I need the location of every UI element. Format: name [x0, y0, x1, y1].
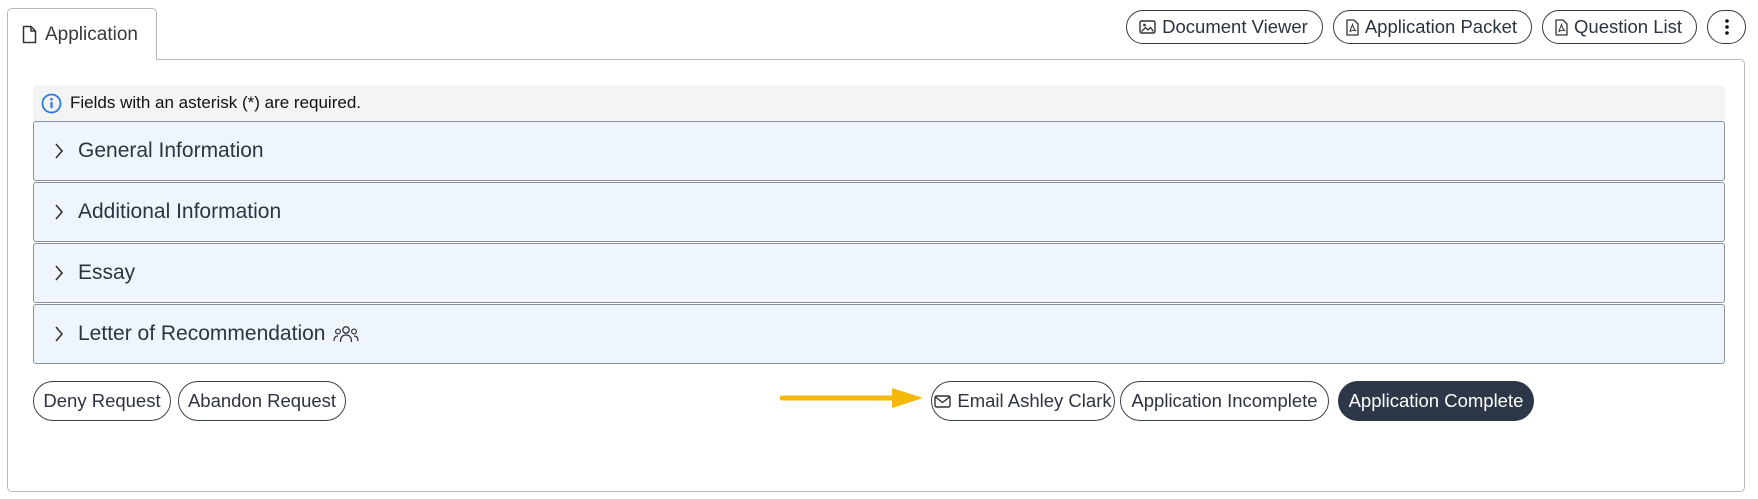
section-label: General Information: [78, 139, 264, 162]
users-icon: [333, 325, 360, 342]
chevron-right-icon: [55, 265, 64, 281]
email-applicant-button[interactable]: Email Ashley Clark: [931, 381, 1115, 421]
application-packet-button[interactable]: Application Packet: [1332, 10, 1533, 44]
arrow-annotation-icon: [780, 388, 923, 408]
abandon-request-button[interactable]: Abandon Request: [178, 381, 346, 421]
image-icon: [1139, 20, 1156, 34]
abandon-request-label: Abandon Request: [187, 390, 337, 411]
chevron-right-icon: [55, 326, 64, 342]
application-page: Application Document Viewer Application …: [0, 0, 1758, 499]
notice-text: Fields with an asterisk (*) are required…: [70, 93, 362, 112]
required-fields-notice: Fields with an asterisk (*) are required…: [33, 85, 1725, 121]
section-label: Additional Information: [78, 200, 282, 223]
toolbar: Document Viewer Application Packet Quest…: [1126, 10, 1746, 44]
pdf-file-icon: [1555, 18, 1568, 36]
chevron-right-icon: [55, 204, 64, 220]
question-list-label: Question List: [1574, 16, 1682, 37]
tab-application[interactable]: Application: [7, 8, 157, 60]
section-letter-of-recommendation[interactable]: Letter of Recommendation: [33, 304, 1725, 364]
file-icon: [22, 25, 37, 44]
info-icon: [41, 93, 62, 113]
section-label: Letter of Recommendation: [78, 322, 326, 345]
pdf-file-icon: [1346, 18, 1359, 36]
application-packet-label: Application Packet: [1364, 16, 1518, 37]
section-general-information[interactable]: General Information: [33, 121, 1725, 181]
more-vertical-icon: [1724, 19, 1729, 35]
section-additional-information[interactable]: Additional Information: [33, 182, 1725, 242]
application-panel: Fields with an asterisk (*) are required…: [7, 59, 1745, 492]
section-essay[interactable]: Essay: [33, 243, 1725, 303]
application-complete-button[interactable]: Application Complete: [1338, 381, 1534, 421]
application-incomplete-button[interactable]: Application Incomplete: [1120, 381, 1329, 421]
document-viewer-button[interactable]: Document Viewer: [1126, 10, 1323, 44]
more-options-button[interactable]: [1707, 10, 1746, 44]
deny-request-label: Deny Request: [43, 390, 161, 411]
envelope-icon: [934, 394, 952, 408]
question-list-button[interactable]: Question List: [1542, 10, 1697, 44]
tab-label: Application: [45, 23, 138, 45]
chevron-right-icon: [55, 143, 64, 159]
deny-request-button[interactable]: Deny Request: [33, 381, 171, 421]
application-incomplete-label: Application Incomplete: [1131, 390, 1318, 411]
document-viewer-label: Document Viewer: [1162, 16, 1308, 37]
application-complete-label: Application Complete: [1348, 390, 1524, 411]
section-label: Essay: [78, 261, 136, 284]
email-applicant-label: Email Ashley Clark: [957, 390, 1112, 411]
